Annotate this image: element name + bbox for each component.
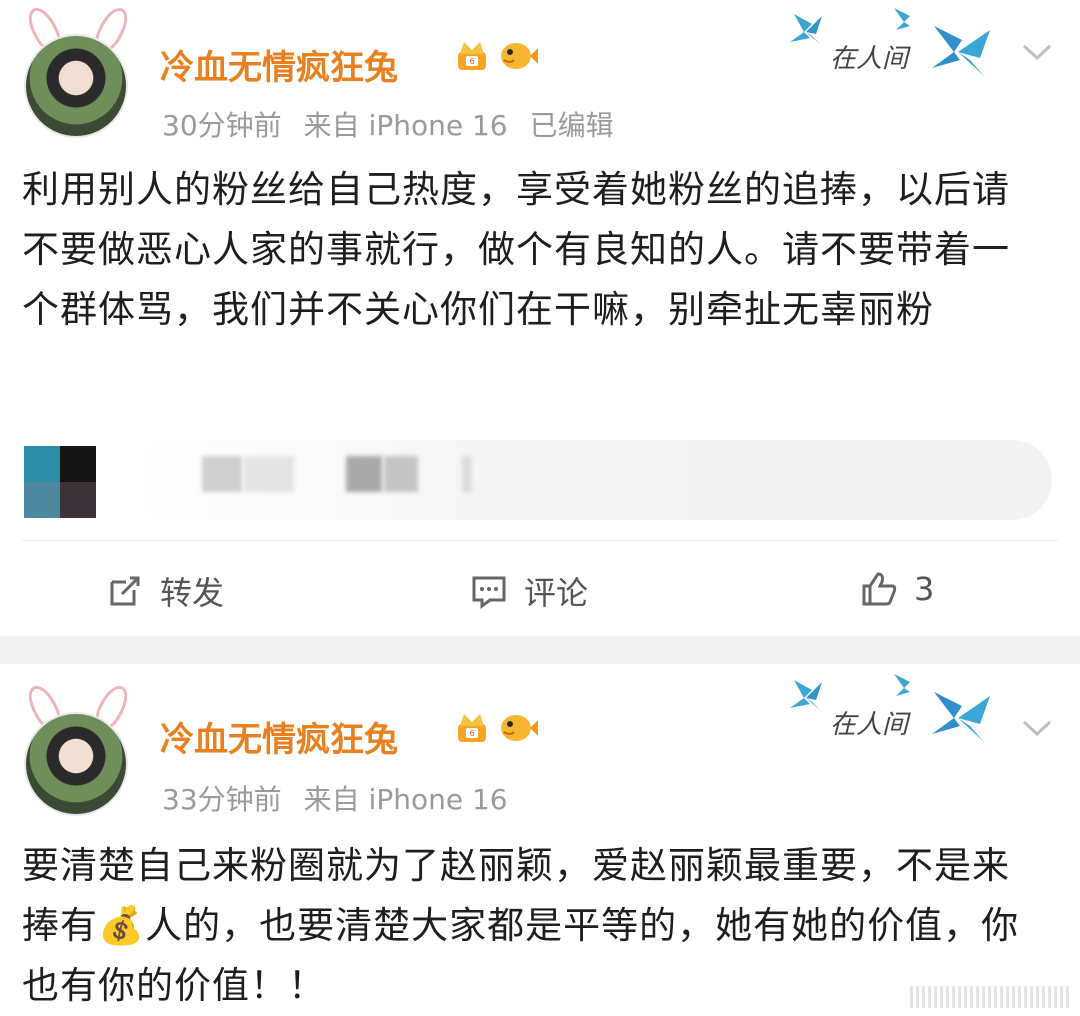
avatar-image — [24, 34, 128, 138]
divider — [22, 540, 1058, 541]
post-source[interactable]: 来自 iPhone 16 — [304, 109, 508, 142]
avatar[interactable] — [14, 681, 134, 816]
post-meta: 30分钟前 来自 iPhone 16 已编辑 — [162, 104, 636, 144]
post-time: 30分钟前 — [162, 109, 282, 142]
post-body-part: 人的，也要清楚大家都是平等的，她有她的价值，你也有你的价值！！ — [22, 904, 1020, 1007]
crown-icon: 6 — [458, 42, 486, 70]
post-meta: 33分钟前 来自 iPhone 16 — [162, 778, 530, 818]
repost-label: 转发 — [160, 574, 225, 612]
post-body: 利用别人的粉丝给自己热度，享受着她粉丝的追捧，以后请不要做恶心人家的事就行，做个… — [22, 168, 1010, 331]
username[interactable]: 冷血无情疯狂兔 — [160, 712, 398, 761]
svg-text:6: 6 — [469, 57, 474, 66]
feed-separator — [0, 636, 1080, 664]
like-button[interactable]: 3 — [858, 568, 934, 610]
decor-caption: 在人间 — [830, 710, 909, 740]
username[interactable]: 冷血无情疯狂兔 — [160, 40, 398, 89]
card-decoration: 在人间 — [784, 2, 1014, 92]
like-count: 3 — [914, 570, 935, 608]
money-bag-emoji: 💰 — [98, 904, 146, 947]
decor-caption: 在人间 — [830, 44, 909, 74]
avatar-image — [24, 712, 128, 816]
pufferfish-icon — [501, 715, 538, 741]
user-badges: 6 — [454, 710, 538, 746]
post-time: 33分钟前 — [162, 783, 282, 816]
avatar[interactable] — [14, 3, 134, 138]
pufferfish-icon — [501, 43, 538, 69]
comment-label: 评论 — [524, 574, 589, 612]
svg-text:6: 6 — [469, 729, 474, 738]
quoted-text-blurred — [132, 440, 1052, 520]
repost-button[interactable]: 转发 — [104, 568, 224, 614]
post-body: 要清楚自己来粉圈就为了赵丽颖，爱赵丽颖最重要，不是来捧有💰人的，也要清楚大家都是… — [22, 836, 1042, 1016]
thumbs-up-icon — [862, 572, 897, 606]
card-decoration: 在人间 — [784, 668, 1014, 758]
comment-icon — [472, 576, 506, 609]
quoted-thumbnail — [24, 446, 96, 518]
watermark — [910, 986, 1070, 1008]
chevron-down-icon[interactable] — [1020, 40, 1054, 64]
repost-icon — [110, 576, 140, 606]
comment-button[interactable]: 评论 — [468, 568, 588, 614]
user-badges: 6 — [454, 38, 538, 74]
post-source[interactable]: 来自 iPhone 16 — [304, 783, 508, 816]
chevron-down-icon[interactable] — [1020, 716, 1054, 740]
edited-label: 已编辑 — [529, 109, 614, 142]
quoted-post[interactable] — [22, 440, 1052, 520]
crown-icon: 6 — [458, 714, 486, 742]
